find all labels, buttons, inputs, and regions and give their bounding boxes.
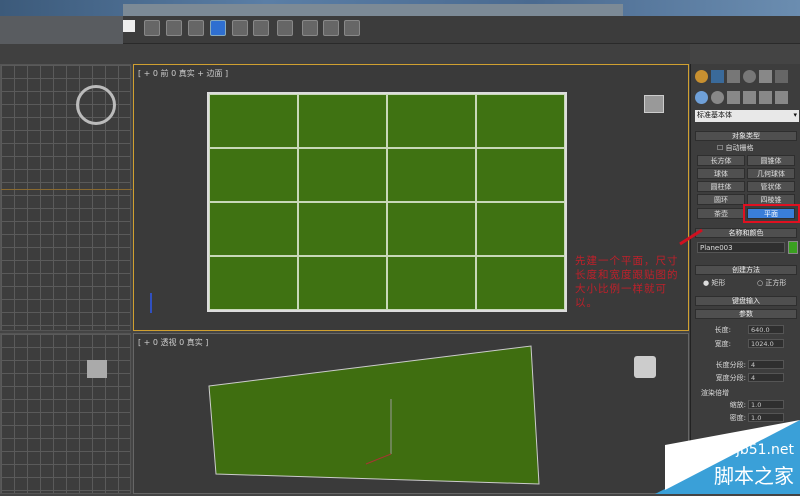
viewcube-icon[interactable] [644,95,664,113]
render-setup-icon[interactable] [302,20,318,36]
length-label: 长度: [714,326,731,334]
modify-tab-icon[interactable] [711,70,724,83]
scene-explorer-icon[interactable] [210,20,226,36]
sphere-button[interactable]: 球体 [697,168,745,179]
viewport-left[interactable] [0,64,132,331]
plane-object[interactable] [207,92,567,312]
scale-input[interactable]: 1.0 [748,400,784,409]
motion-tab-icon[interactable] [743,70,756,83]
width-segs-label: 宽度分段: [715,374,746,382]
spacewarps-icon[interactable] [775,91,788,104]
viewcube-icon[interactable] [87,360,107,378]
shapes-icon[interactable] [711,91,724,104]
dropdown-value: 标准基本体 [697,111,732,119]
length-segs-input[interactable]: 4 [748,360,784,369]
cameras-icon[interactable] [743,91,756,104]
rollout-keyboard-entry[interactable]: 键盘输入 [695,296,797,306]
ribbon-strip [0,44,690,64]
radio-square[interactable]: ○ 正方形 [757,278,786,288]
create-tab-icon[interactable] [695,70,708,83]
perspective-plane [208,345,540,485]
align-icon[interactable] [166,20,182,36]
render-icon[interactable] [344,20,360,36]
curve-editor-icon[interactable] [232,20,248,36]
watermark-name: 脚本之家 [714,464,794,488]
watermark-site: jb51.net [735,442,794,458]
box-button[interactable]: 长方体 [697,155,745,166]
category-icons [695,91,797,105]
title-bar-center [123,4,623,16]
layer-icon[interactable] [188,20,204,36]
viewport-label: [ + 0 前 0 真实 + 边面 ] [138,69,229,78]
viewport-bottom-left[interactable] [0,333,131,494]
dropdown-arrow-icon[interactable] [123,20,135,32]
length-input[interactable]: 640.0 [748,325,784,334]
hierarchy-tab-icon[interactable] [727,70,740,83]
helpers-icon[interactable] [759,91,772,104]
radio-label: 矩形 [711,279,726,287]
length-segs-label: 长度分段: [715,361,746,369]
object-category-dropdown[interactable]: 标准基本体 ▾ [695,110,799,122]
watermark: jb51.net 脚本之家 [655,420,800,494]
schematic-icon[interactable] [253,20,269,36]
cylinder-button[interactable]: 圆柱体 [697,181,745,192]
display-tab-icon[interactable] [759,70,772,83]
width-segs-input[interactable]: 4 [748,373,784,382]
torus-button[interactable]: 圆环 [697,194,745,205]
mirror-icon[interactable] [144,20,160,36]
scale-label: 缩放: [729,401,746,409]
cone-button[interactable]: 圆锥体 [747,155,795,166]
radio-rectangle[interactable]: ● 矩形 [703,278,725,288]
width-input[interactable]: 1024.0 [748,339,784,348]
axis-gizmo-icon [150,293,152,313]
annotation-text: 先建一个平面，尺寸长度和宽度跟贴图的大小比例一样就可以。 [575,255,679,309]
toolbar-left-area [0,16,123,44]
annotation-arrow-icon [679,228,703,246]
geosphere-button[interactable]: 几何球体 [747,168,795,179]
chevron-down-icon: ▾ [793,111,797,119]
object-color-swatch[interactable] [788,241,798,254]
viewcube-icon[interactable] [76,85,116,125]
rollout-object-type[interactable]: 对象类型 [695,131,797,141]
plane-button[interactable]: 平面 [747,208,795,219]
axis-line [1,189,132,190]
render-mult-group: 渲染倍增 [701,389,729,397]
object-name-input[interactable]: Plane003 [697,242,785,253]
viewport-perspective[interactable]: [ + 0 透视 0 真实 ] [133,333,689,494]
rollout-parameters[interactable]: 参数 [695,309,797,319]
render-frame-icon[interactable] [323,20,339,36]
teapot-button[interactable]: 茶壶 [697,208,745,219]
autogrid-checkbox[interactable]: ☐ 自动栅格 [717,143,754,153]
tube-button[interactable]: 管状体 [747,181,795,192]
rollout-name-color[interactable]: 名称和颜色 [695,228,797,238]
plane-mesh[interactable] [208,345,540,485]
material-editor-icon[interactable] [277,20,293,36]
rollout-creation-method[interactable]: 创建方法 [695,265,797,275]
geometry-icon[interactable] [695,91,708,104]
utilities-tab-icon[interactable] [775,70,788,83]
lights-icon[interactable] [727,91,740,104]
width-label: 宽度: [714,340,731,348]
panel-tabs [695,70,797,84]
radio-label: 正方形 [765,279,787,287]
autogrid-label: 自动栅格 [725,144,754,152]
